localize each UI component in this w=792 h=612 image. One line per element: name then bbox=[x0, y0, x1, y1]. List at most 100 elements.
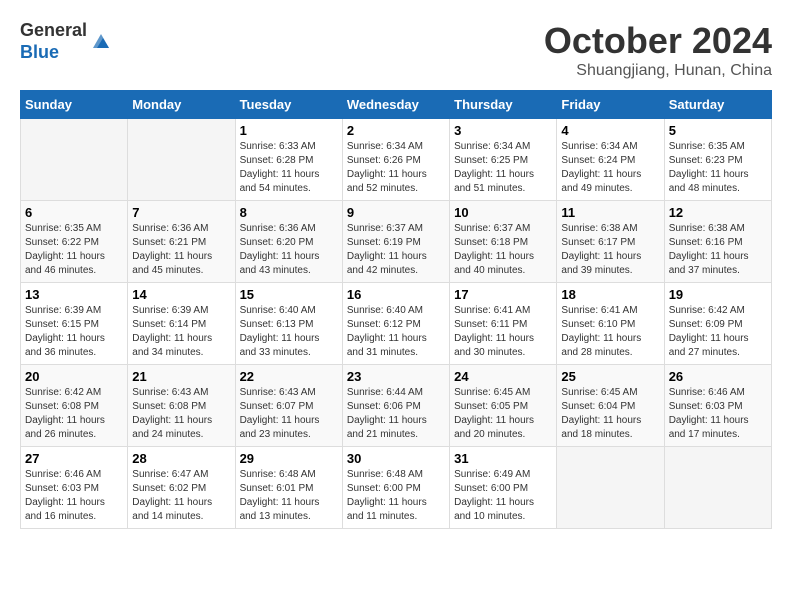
weekday-header-saturday: Saturday bbox=[664, 91, 771, 119]
logo-text: General Blue bbox=[20, 20, 87, 63]
calendar-cell: 16Sunrise: 6:40 AM Sunset: 6:12 PM Dayli… bbox=[342, 283, 449, 365]
day-number: 23 bbox=[347, 369, 445, 384]
day-info: Sunrise: 6:39 AM Sunset: 6:15 PM Dayligh… bbox=[25, 304, 123, 360]
calendar-cell: 30 Sunrise: 6:48 AM Sunset: 6:00 PM Dayli… bbox=[342, 447, 449, 529]
day-info: Sunrise: 6:49 AM Sunset: 6:00 PM Dayligh… bbox=[454, 468, 552, 524]
weekday-header-wednesday: Wednesday bbox=[342, 91, 449, 119]
day-info: Sunrise: 6:34 AM Sunset: 6:25 PM Dayligh… bbox=[454, 140, 552, 196]
day-info: Sunrise: 6:46 AM Sunset: 6:03 PM Dayligh… bbox=[25, 468, 123, 524]
calendar-cell: 8Sunrise: 6:36 AM Sunset: 6:20 PM Daylig… bbox=[235, 201, 342, 283]
day-info: Sunrise: 6:37 AM Sunset: 6:19 PM Dayligh… bbox=[347, 222, 445, 278]
day-number: 28 bbox=[132, 451, 230, 466]
day-info: Sunrise: 6:48 AM Sunset: 6:00 PM Dayligh… bbox=[347, 468, 445, 524]
day-number: 12 bbox=[669, 205, 767, 220]
day-info: Sunrise: 6:34 AM Sunset: 6:24 PM Dayligh… bbox=[561, 140, 659, 196]
weekday-header-sunday: Sunday bbox=[21, 91, 128, 119]
day-info: Sunrise: 6:35 AM Sunset: 6:22 PM Dayligh… bbox=[25, 222, 123, 278]
location-title: Shuangjiang, Hunan, China bbox=[544, 62, 772, 80]
day-info: Sunrise: 6:48 AM Sunset: 6:01 PM Dayligh… bbox=[240, 468, 338, 524]
calendar-cell: 6 Sunrise: 6:35 AM Sunset: 6:22 PM Daylig… bbox=[21, 201, 128, 283]
day-info: Sunrise: 6:41 AM Sunset: 6:10 PM Dayligh… bbox=[561, 304, 659, 360]
day-number: 9 bbox=[347, 205, 445, 220]
calendar-cell: 2Sunrise: 6:34 AM Sunset: 6:26 PM Daylig… bbox=[342, 119, 449, 201]
page-header: General Blue October 2024 Shuangjiang, H… bbox=[20, 20, 772, 80]
calendar-cell: 24 Sunrise: 6:45 AM Sunset: 6:05 PM Dayli… bbox=[450, 365, 557, 447]
calendar-cell: 20 Sunrise: 6:42 AM Sunset: 6:08 PM Dayli… bbox=[21, 365, 128, 447]
day-number: 20 bbox=[25, 369, 123, 384]
calendar-cell: 9 Sunrise: 6:37 AM Sunset: 6:19 PM Daylig… bbox=[342, 201, 449, 283]
day-info: Sunrise: 6:44 AM Sunset: 6:06 PM Dayligh… bbox=[347, 386, 445, 442]
calendar-cell: 19Sunrise: 6:42 AM Sunset: 6:09 PM Dayli… bbox=[664, 283, 771, 365]
weekday-header-monday: Monday bbox=[128, 91, 235, 119]
title-block: October 2024 Shuangjiang, Hunan, China bbox=[544, 20, 772, 80]
day-info: Sunrise: 6:38 AM Sunset: 6:17 PM Dayligh… bbox=[561, 222, 659, 278]
calendar-week-row: 13Sunrise: 6:39 AM Sunset: 6:15 PM Dayli… bbox=[21, 283, 772, 365]
day-number: 15 bbox=[240, 287, 338, 302]
day-number: 6 bbox=[25, 205, 123, 220]
weekday-header-tuesday: Tuesday bbox=[235, 91, 342, 119]
day-number: 5 bbox=[669, 123, 767, 138]
calendar-cell: 4 Sunrise: 6:34 AM Sunset: 6:24 PM Daylig… bbox=[557, 119, 664, 201]
calendar-cell: 27 Sunrise: 6:46 AM Sunset: 6:03 PM Dayli… bbox=[21, 447, 128, 529]
calendar-cell bbox=[557, 447, 664, 529]
day-number: 4 bbox=[561, 123, 659, 138]
calendar-cell bbox=[128, 119, 235, 201]
calendar-cell: 25Sunrise: 6:45 AM Sunset: 6:04 PM Dayli… bbox=[557, 365, 664, 447]
month-title: October 2024 bbox=[544, 20, 772, 62]
day-number: 27 bbox=[25, 451, 123, 466]
calendar-cell: 31 Sunrise: 6:49 AM Sunset: 6:00 PM Dayli… bbox=[450, 447, 557, 529]
day-number: 1 bbox=[240, 123, 338, 138]
day-number: 3 bbox=[454, 123, 552, 138]
day-info: Sunrise: 6:37 AM Sunset: 6:18 PM Dayligh… bbox=[454, 222, 552, 278]
calendar-week-row: 6 Sunrise: 6:35 AM Sunset: 6:22 PM Daylig… bbox=[21, 201, 772, 283]
calendar-week-row: 20 Sunrise: 6:42 AM Sunset: 6:08 PM Dayli… bbox=[21, 365, 772, 447]
calendar-cell: 17 Sunrise: 6:41 AM Sunset: 6:11 PM Dayli… bbox=[450, 283, 557, 365]
day-number: 14 bbox=[132, 287, 230, 302]
calendar-cell: 29 Sunrise: 6:48 AM Sunset: 6:01 PM Dayli… bbox=[235, 447, 342, 529]
day-info: Sunrise: 6:40 AM Sunset: 6:13 PM Dayligh… bbox=[240, 304, 338, 360]
day-number: 26 bbox=[669, 369, 767, 384]
day-info: Sunrise: 6:38 AM Sunset: 6:16 PM Dayligh… bbox=[669, 222, 767, 278]
calendar-cell: 21Sunrise: 6:43 AM Sunset: 6:08 PM Dayli… bbox=[128, 365, 235, 447]
day-info: Sunrise: 6:33 AM Sunset: 6:28 PM Dayligh… bbox=[240, 140, 338, 196]
day-number: 17 bbox=[454, 287, 552, 302]
day-info: Sunrise: 6:41 AM Sunset: 6:11 PM Dayligh… bbox=[454, 304, 552, 360]
day-number: 31 bbox=[454, 451, 552, 466]
day-info: Sunrise: 6:45 AM Sunset: 6:05 PM Dayligh… bbox=[454, 386, 552, 442]
day-info: Sunrise: 6:36 AM Sunset: 6:20 PM Dayligh… bbox=[240, 222, 338, 278]
logo-icon bbox=[89, 30, 113, 54]
day-number: 24 bbox=[454, 369, 552, 384]
day-info: Sunrise: 6:42 AM Sunset: 6:08 PM Dayligh… bbox=[25, 386, 123, 442]
logo-general: General bbox=[20, 20, 87, 40]
day-info: Sunrise: 6:47 AM Sunset: 6:02 PM Dayligh… bbox=[132, 468, 230, 524]
calendar-cell: 13Sunrise: 6:39 AM Sunset: 6:15 PM Dayli… bbox=[21, 283, 128, 365]
day-info: Sunrise: 6:36 AM Sunset: 6:21 PM Dayligh… bbox=[132, 222, 230, 278]
calendar-cell: 26Sunrise: 6:46 AM Sunset: 6:03 PM Dayli… bbox=[664, 365, 771, 447]
calendar-cell: 28 Sunrise: 6:47 AM Sunset: 6:02 PM Dayli… bbox=[128, 447, 235, 529]
day-number: 19 bbox=[669, 287, 767, 302]
day-number: 11 bbox=[561, 205, 659, 220]
calendar-week-row: 1 Sunrise: 6:33 AM Sunset: 6:28 PM Daylig… bbox=[21, 119, 772, 201]
calendar-cell: 3 Sunrise: 6:34 AM Sunset: 6:25 PM Daylig… bbox=[450, 119, 557, 201]
calendar-cell: 14 Sunrise: 6:39 AM Sunset: 6:14 PM Dayli… bbox=[128, 283, 235, 365]
day-info: Sunrise: 6:39 AM Sunset: 6:14 PM Dayligh… bbox=[132, 304, 230, 360]
logo-blue: Blue bbox=[20, 42, 59, 62]
calendar-cell: 1 Sunrise: 6:33 AM Sunset: 6:28 PM Daylig… bbox=[235, 119, 342, 201]
day-info: Sunrise: 6:43 AM Sunset: 6:07 PM Dayligh… bbox=[240, 386, 338, 442]
day-number: 29 bbox=[240, 451, 338, 466]
calendar-cell: 15 Sunrise: 6:40 AM Sunset: 6:13 PM Dayli… bbox=[235, 283, 342, 365]
weekday-header-row: SundayMondayTuesdayWednesdayThursdayFrid… bbox=[21, 91, 772, 119]
day-info: Sunrise: 6:43 AM Sunset: 6:08 PM Dayligh… bbox=[132, 386, 230, 442]
day-number: 7 bbox=[132, 205, 230, 220]
day-number: 16 bbox=[347, 287, 445, 302]
weekday-header-friday: Friday bbox=[557, 91, 664, 119]
calendar-cell: 10Sunrise: 6:37 AM Sunset: 6:18 PM Dayli… bbox=[450, 201, 557, 283]
day-number: 30 bbox=[347, 451, 445, 466]
calendar-cell: 5 Sunrise: 6:35 AM Sunset: 6:23 PM Daylig… bbox=[664, 119, 771, 201]
calendar-cell bbox=[664, 447, 771, 529]
calendar-cell bbox=[21, 119, 128, 201]
day-info: Sunrise: 6:34 AM Sunset: 6:26 PM Dayligh… bbox=[347, 140, 445, 196]
day-info: Sunrise: 6:35 AM Sunset: 6:23 PM Dayligh… bbox=[669, 140, 767, 196]
weekday-header-thursday: Thursday bbox=[450, 91, 557, 119]
calendar-table: SundayMondayTuesdayWednesdayThursdayFrid… bbox=[20, 90, 772, 529]
